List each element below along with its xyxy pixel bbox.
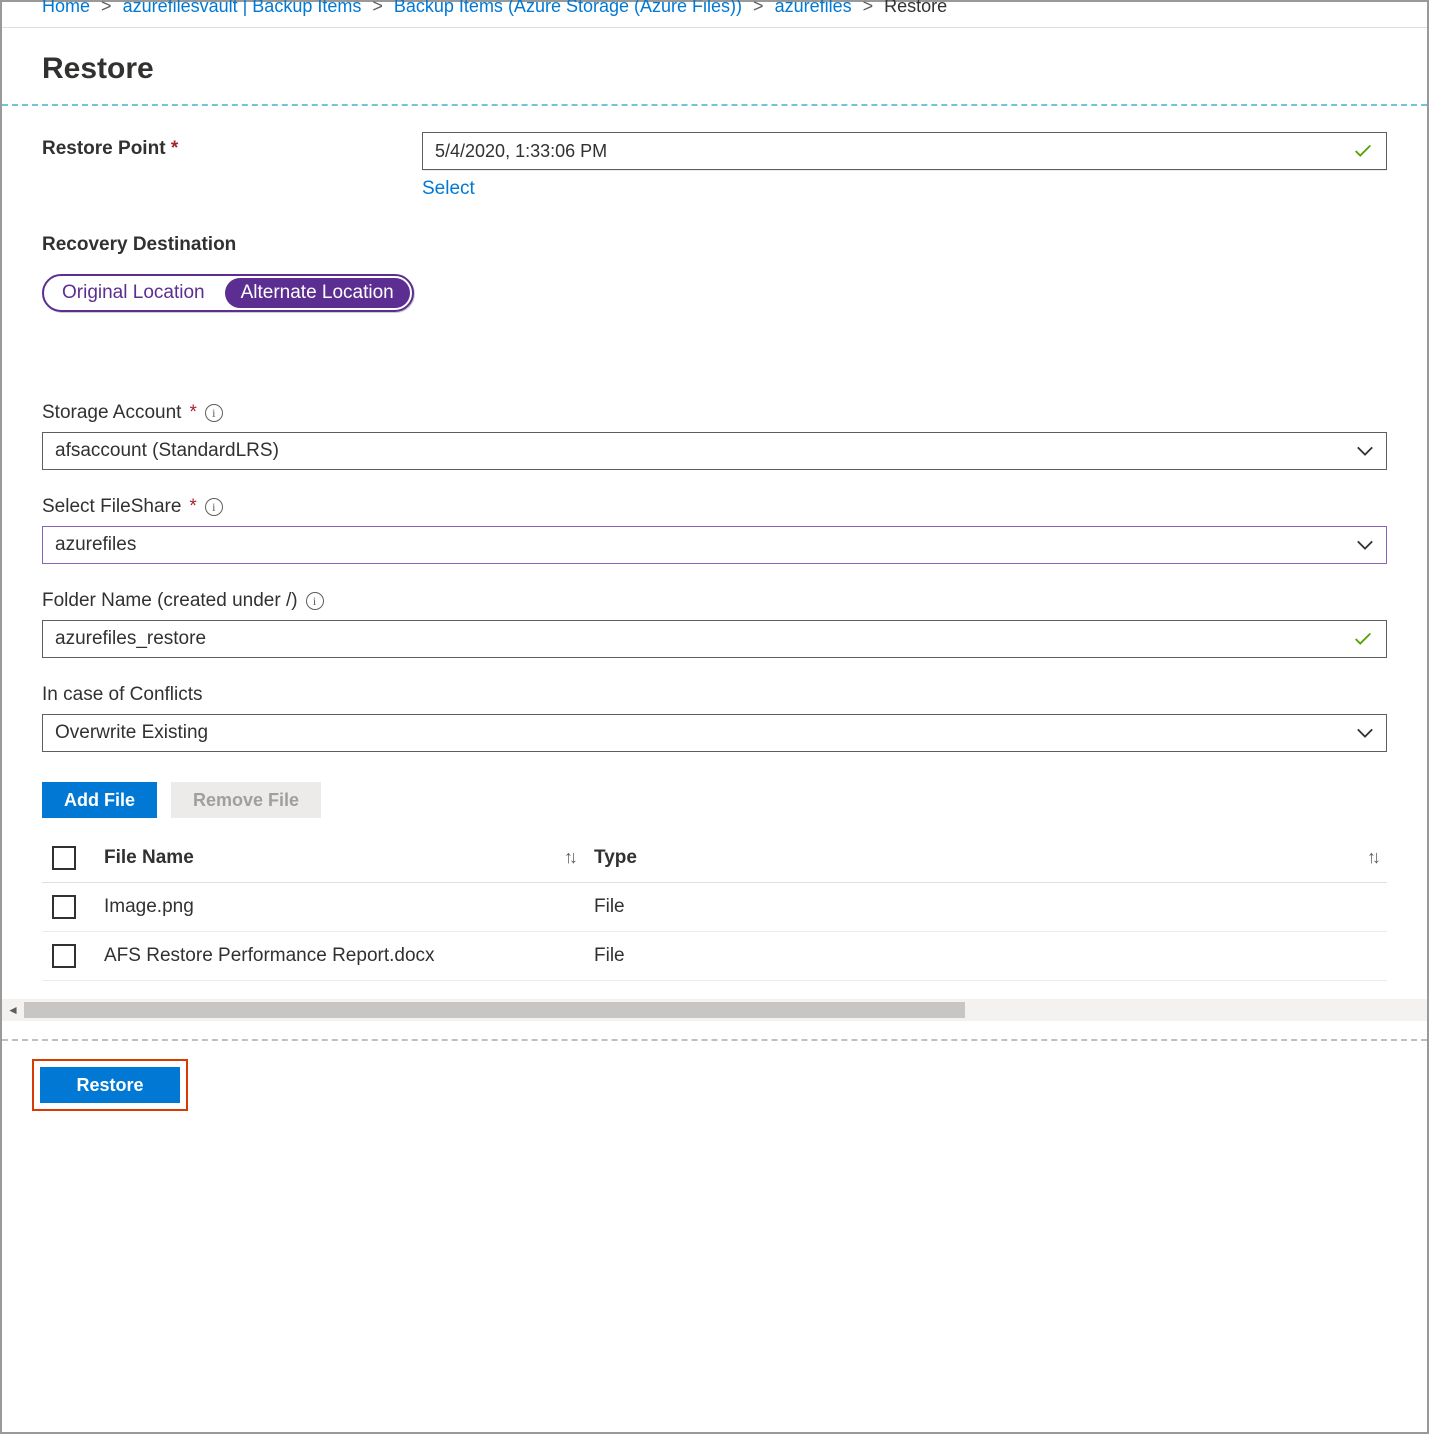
file-type-cell: File — [584, 932, 1387, 981]
breadcrumb-separator: > — [857, 0, 880, 16]
checkmark-icon — [1352, 140, 1374, 162]
table-row[interactable]: AFS Restore Performance Report.docx File — [42, 932, 1387, 981]
section-divider — [2, 104, 1427, 106]
conflicts-value: Overwrite Existing — [55, 722, 208, 744]
table-row[interactable]: Image.png File — [42, 883, 1387, 932]
breadcrumb-separator: > — [366, 0, 389, 16]
fileshare-label: Select FileShare* i — [42, 496, 1387, 518]
breadcrumb-current: Restore — [884, 0, 947, 16]
storage-account-dropdown[interactable]: afsaccount (StandardLRS) — [42, 432, 1387, 470]
scroll-left-arrow-icon[interactable]: ◄ — [2, 1003, 24, 1017]
folder-name-input[interactable]: azurefiles_restore — [42, 620, 1387, 658]
sort-icon: ↑↓ — [1367, 847, 1377, 868]
select-restore-point-link[interactable]: Select — [422, 178, 475, 200]
row-checkbox[interactable] — [52, 895, 76, 919]
original-location-option[interactable]: Original Location — [44, 276, 223, 310]
checkmark-icon — [1352, 628, 1374, 650]
remove-file-button: Remove File — [171, 782, 321, 818]
file-name-cell: AFS Restore Performance Report.docx — [94, 932, 584, 981]
fileshare-value: azurefiles — [55, 534, 136, 556]
add-file-button[interactable]: Add File — [42, 782, 157, 818]
restore-point-value: 5/4/2020, 1:33:06 PM — [435, 141, 607, 162]
recovery-destination-toggle: Original Location Alternate Location — [42, 274, 414, 312]
restore-point-label: Restore Point * — [42, 132, 422, 160]
page-title: Restore — [42, 52, 1387, 86]
folder-name-value: azurefiles_restore — [55, 628, 206, 650]
info-icon[interactable]: i — [306, 592, 324, 610]
file-name-cell: Image.png — [94, 883, 584, 932]
breadcrumb-home[interactable]: Home — [42, 0, 90, 16]
row-checkbox[interactable] — [52, 944, 76, 968]
file-name-header[interactable]: File Name↑↓ — [94, 834, 584, 883]
breadcrumb-separator: > — [95, 0, 118, 16]
breadcrumb-backup-items[interactable]: Backup Items (Azure Storage (Azure Files… — [394, 0, 742, 16]
scrollbar-thumb[interactable] — [24, 1002, 965, 1018]
file-type-cell: File — [584, 883, 1387, 932]
conflicts-label: In case of Conflicts — [42, 684, 1387, 706]
info-icon[interactable]: i — [205, 404, 223, 422]
chevron-down-icon — [1356, 445, 1374, 457]
restore-button-highlight: Restore — [32, 1059, 188, 1111]
alternate-location-option[interactable]: Alternate Location — [225, 278, 410, 308]
info-icon[interactable]: i — [205, 498, 223, 516]
file-table: File Name↑↓ Type↑↓ Image.png File AFS Re… — [42, 834, 1387, 981]
restore-button[interactable]: Restore — [40, 1067, 180, 1103]
folder-name-label: Folder Name (created under /) i — [42, 590, 1387, 612]
type-header[interactable]: Type↑↓ — [584, 834, 1387, 883]
recovery-destination-label: Recovery Destination — [42, 234, 1387, 256]
conflicts-dropdown[interactable]: Overwrite Existing — [42, 714, 1387, 752]
storage-account-value: afsaccount (StandardLRS) — [55, 440, 279, 462]
breadcrumb-separator: > — [747, 0, 770, 16]
select-all-checkbox[interactable] — [52, 846, 76, 870]
footer-divider — [2, 1039, 1427, 1041]
sort-icon: ↑↓ — [564, 847, 574, 868]
restore-point-input[interactable]: 5/4/2020, 1:33:06 PM — [422, 132, 1387, 170]
horizontal-scrollbar[interactable]: ◄ — [2, 999, 1427, 1021]
fileshare-dropdown[interactable]: azurefiles — [42, 526, 1387, 564]
chevron-down-icon — [1356, 539, 1374, 551]
storage-account-label: Storage Account* i — [42, 402, 1387, 424]
breadcrumb: Home > azurefilesvault | Backup Items > … — [2, 0, 1427, 28]
breadcrumb-azurefiles[interactable]: azurefiles — [775, 0, 852, 16]
breadcrumb-vault[interactable]: azurefilesvault | Backup Items — [123, 0, 362, 16]
chevron-down-icon — [1356, 727, 1374, 739]
